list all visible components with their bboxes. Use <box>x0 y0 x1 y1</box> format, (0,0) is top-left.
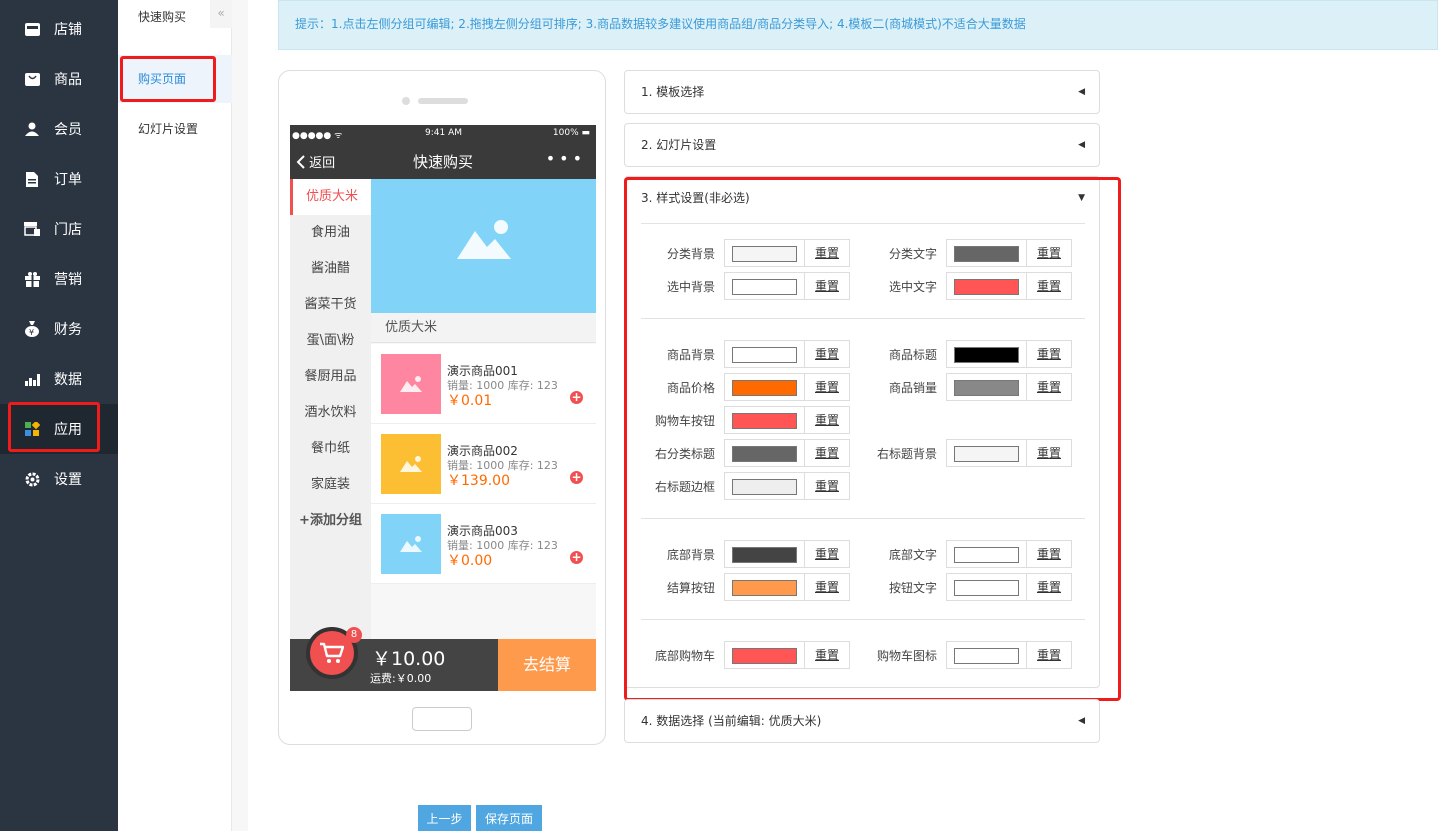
caret-left-icon: ◀ <box>1078 87 1085 97</box>
status-time: 9:41 AM <box>425 128 462 138</box>
panel-slides-setting[interactable]: 2. 幻灯片设置 ◀ <box>624 123 1100 167</box>
image-placeholder-icon <box>400 456 422 472</box>
back-button[interactable]: 返回 <box>296 152 335 171</box>
nav-item-shop[interactable]: 门店 <box>0 204 118 254</box>
add-to-cart-icon[interactable]: + <box>570 471 583 484</box>
panel-title: 2. 幻灯片设置 <box>641 138 717 152</box>
nav-item-settings[interactable]: 设置 <box>0 454 118 504</box>
checkout-button[interactable]: 去结算 <box>498 639 596 691</box>
subnav-item-slides[interactable]: 幻灯片设置 <box>118 105 232 153</box>
goods-price: ￥0.01 <box>447 393 493 409</box>
nav-label: 门店 <box>54 222 82 238</box>
goods-item[interactable]: 演示商品003 销量: 1000 库存: 123 ￥0.00 + <box>371 504 596 584</box>
panel-title: 4. 数据选择 (当前编辑: 优质大米) <box>641 714 822 728</box>
goods-thumb <box>381 514 441 574</box>
panel-data-select[interactable]: 4. 数据选择 (当前编辑: 优质大米) ◀ <box>624 699 1100 743</box>
nav-label: 商品 <box>54 72 82 88</box>
phone-title-bar: 快速购买 返回 ••• <box>290 143 596 179</box>
nav-label: 订单 <box>54 172 82 188</box>
highlight-box-apps <box>8 402 100 452</box>
shop-icon <box>24 221 40 237</box>
gear-icon <box>24 471 40 487</box>
category-item[interactable]: 酒水饮料 <box>290 395 371 431</box>
cart-footer: 8 ￥10.00 运费:￥0.00 去结算 <box>290 627 596 691</box>
panel-title: 1. 模板选择 <box>641 85 705 99</box>
nav-label: 数据 <box>54 372 82 388</box>
subnav-title: 快速购买 <box>138 10 187 24</box>
category-item[interactable]: 餐厨用品 <box>290 359 371 395</box>
shipping-fee: 运费:￥0.00 <box>370 672 432 685</box>
banner-image <box>371 179 596 313</box>
nav-item-order[interactable]: 订单 <box>0 154 118 204</box>
nav-item-marketing[interactable]: 营销 <box>0 254 118 304</box>
nav-item-finance[interactable]: ¥ 财务 <box>0 304 118 354</box>
category-item[interactable]: 食用油 <box>290 215 371 251</box>
more-icon[interactable]: ••• <box>546 149 586 168</box>
image-placeholder-icon <box>400 536 422 552</box>
caret-left-icon: ◀ <box>1078 140 1085 150</box>
category-item[interactable]: 酱油醋 <box>290 251 371 287</box>
category-item[interactable]: 餐巾纸 <box>290 431 371 467</box>
goods-item[interactable]: 演示商品002 销量: 1000 库存: 123 ￥139.00 + <box>371 424 596 504</box>
chevron-left-icon <box>296 155 305 169</box>
nav-label: 店铺 <box>54 22 82 38</box>
nav-item-member[interactable]: 会员 <box>0 104 118 154</box>
phone-camera <box>402 97 410 105</box>
category-item[interactable]: 优质大米 <box>290 179 371 215</box>
nav-label: 财务 <box>54 322 82 338</box>
nav-item-goods[interactable]: 商品 <box>0 54 118 104</box>
phone-screen: ●●●●● ᯤ 9:41 AM 100% ▬ 快速购买 返回 ••• 优质大米 … <box>290 125 596 691</box>
nav-label: 设置 <box>54 472 82 488</box>
goods-icon <box>24 71 40 87</box>
cart-icon <box>320 642 344 663</box>
highlight-box-buy-page <box>120 56 216 102</box>
member-icon <box>24 121 40 137</box>
phone-speaker <box>418 98 468 104</box>
status-bar: ●●●●● ᯤ 9:41 AM 100% ▬ <box>290 125 596 143</box>
tip-bar: 提示：1.点击左侧分组可编辑; 2.拖拽左侧分组可排序; 3.商品数据较多建议使… <box>278 0 1438 50</box>
cart-count-badge: 8 <box>346 627 362 643</box>
signal-icon: ●●●●● ᯤ <box>292 131 343 141</box>
goods-price: ￥0.00 <box>447 553 493 569</box>
nav-item-data[interactable]: 数据 <box>0 354 118 404</box>
goods-thumb <box>381 354 441 414</box>
goods-thumb <box>381 434 441 494</box>
back-label: 返回 <box>309 156 336 171</box>
image-placeholder-icon <box>457 220 511 259</box>
money-icon: ¥ <box>24 321 40 337</box>
nav-label: 营销 <box>54 272 82 288</box>
svg-text:¥: ¥ <box>29 328 34 337</box>
caret-left-icon: ◀ <box>1078 716 1085 726</box>
goods-item[interactable]: 演示商品001 销量: 1000 库存: 123 ￥0.01 + <box>371 344 596 424</box>
collapse-icon[interactable]: « <box>210 0 232 28</box>
order-icon <box>24 171 40 187</box>
gutter <box>232 0 248 831</box>
store-icon <box>24 21 40 37</box>
nav-label: 会员 <box>54 122 82 138</box>
add-to-cart-icon[interactable]: + <box>570 391 583 404</box>
cart-total: ￥10.00 <box>372 648 446 670</box>
save-page-button[interactable]: 保存页面 <box>476 805 542 831</box>
battery-icon: 100% ▬ <box>552 128 590 138</box>
nav-item-store[interactable]: 店铺 <box>0 4 118 54</box>
sub-nav: 快速购买 « 购买页面 幻灯片设置 <box>118 0 232 831</box>
prev-step-button[interactable]: 上一步 <box>418 805 471 831</box>
right-category-title: 优质大米 <box>371 313 596 343</box>
category-list: 优质大米 食用油 酱油醋 酱菜干货 蛋\面\粉 餐厨用品 酒水饮料 餐巾纸 家庭… <box>290 179 371 639</box>
phone-home-button <box>412 707 472 731</box>
category-item[interactable]: 家庭装 <box>290 467 371 503</box>
add-to-cart-icon[interactable]: + <box>570 551 583 564</box>
add-group-button[interactable]: +添加分组 <box>290 503 371 539</box>
panel-template-select[interactable]: 1. 模板选择 ◀ <box>624 70 1100 114</box>
chart-icon <box>24 371 40 387</box>
category-item[interactable]: 酱菜干货 <box>290 287 371 323</box>
highlight-box-style <box>624 177 1121 701</box>
category-item[interactable]: 蛋\面\粉 <box>290 323 371 359</box>
gift-icon <box>24 271 40 287</box>
image-placeholder-icon <box>400 376 422 392</box>
phone-preview: ●●●●● ᯤ 9:41 AM 100% ▬ 快速购买 返回 ••• 优质大米 … <box>278 70 606 745</box>
goods-price: ￥139.00 <box>447 473 510 489</box>
